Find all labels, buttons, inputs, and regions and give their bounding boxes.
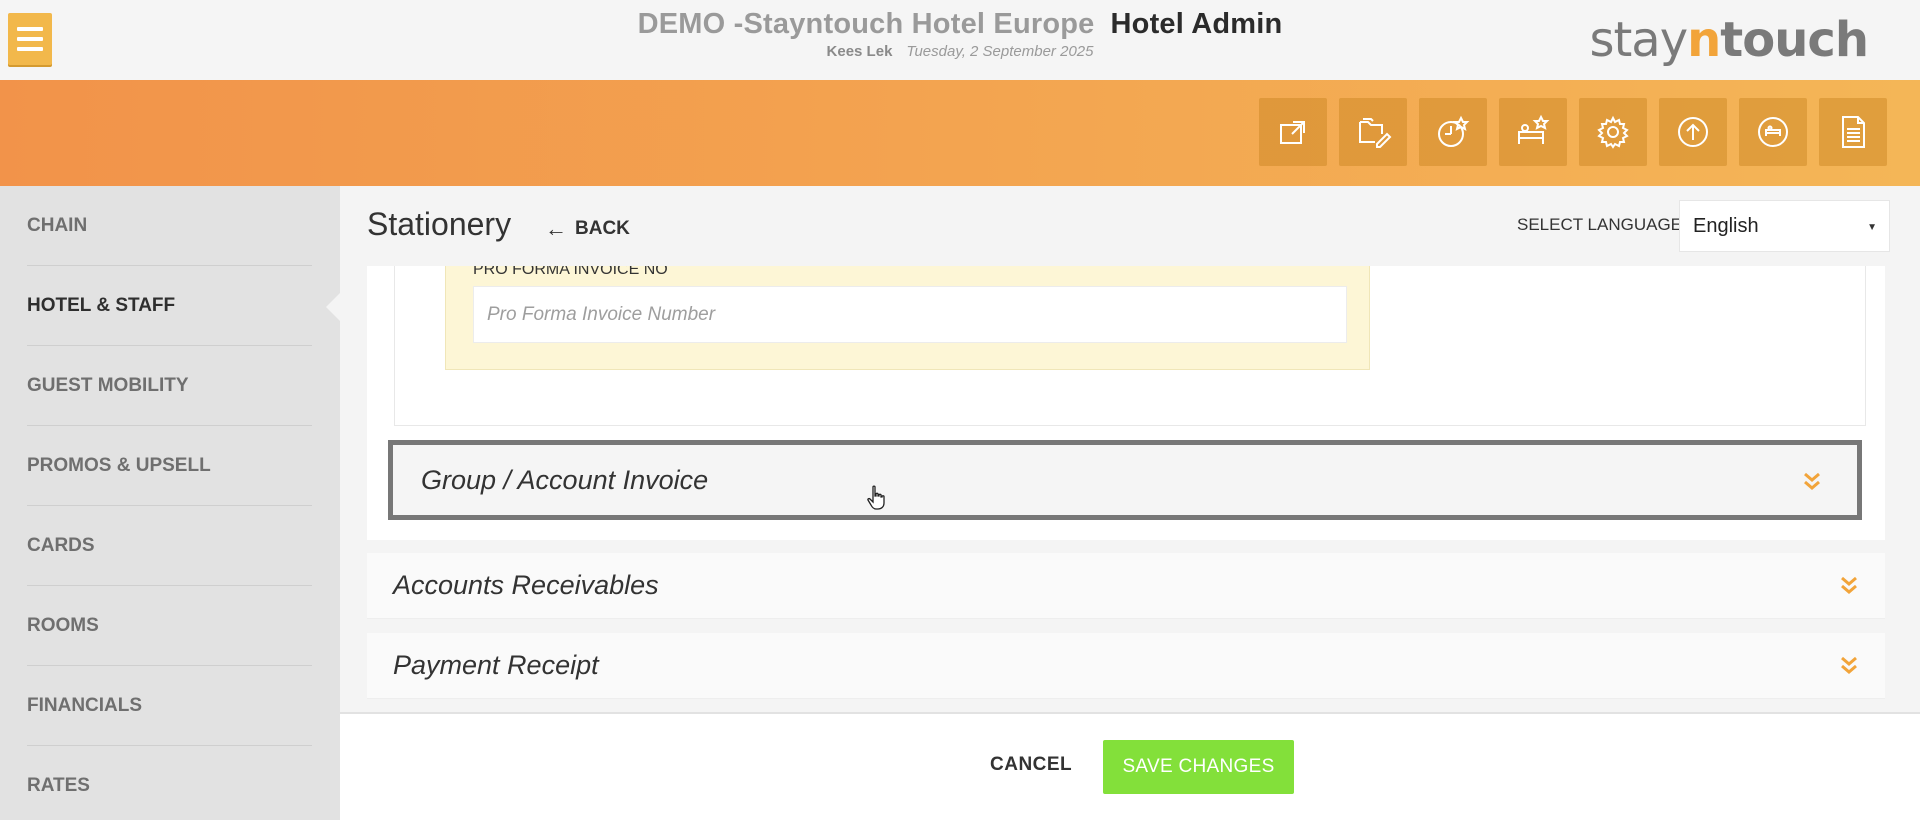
user-name: Kees Lek	[826, 43, 893, 60]
stationery-sections[interactable]: PRO FORMA INVOICE NO Pro Forma Invoice N…	[367, 266, 1887, 712]
document-icon	[1842, 116, 1865, 148]
sidebar-item-label: PROMOS & UPSELL	[27, 455, 211, 476]
sidebar-item-label: HOTEL & STAFF	[27, 295, 176, 316]
language-label: SELECT LANGUAGE	[1517, 215, 1683, 234]
action-footer: CANCEL SAVE CHANGES	[340, 712, 1920, 820]
settings-button[interactable]	[1579, 98, 1647, 166]
sidebar-item-hotel-staff[interactable]: HOTEL & STAFF	[0, 266, 312, 346]
reports-button[interactable]	[1819, 98, 1887, 166]
clock-star-icon	[1438, 115, 1470, 147]
housekeeping-button[interactable]	[1739, 98, 1807, 166]
clock-back-icon	[1758, 117, 1788, 147]
double-chevron-down-icon	[1841, 656, 1857, 674]
active-item-pointer	[326, 293, 340, 321]
save-changes-button[interactable]: SAVE CHANGES	[1103, 740, 1294, 794]
upload-circle-icon	[1678, 117, 1708, 147]
gear-icon	[1597, 115, 1629, 149]
sidebar-item-label: ROOMS	[27, 615, 99, 636]
sidebar-item-chain[interactable]: CHAIN	[0, 186, 312, 266]
page-header: Stationery ← BACK SELECT LANGUAGE Englis…	[340, 186, 1920, 266]
stayntouch-logo: stayntouch	[1589, 12, 1869, 68]
sidebar-item-cards[interactable]: CARDS	[0, 506, 312, 586]
upload-button[interactable]	[1659, 98, 1727, 166]
accordion-title: Group / Account Invoice	[421, 464, 709, 495]
sidebar-item-label: GUEST MOBILITY	[27, 375, 189, 396]
back-button[interactable]: ← BACK	[545, 216, 630, 242]
toolbar-band	[0, 80, 1920, 186]
accordion-payment-receipt[interactable]: Payment Receipt	[367, 633, 1885, 699]
accordion-title: Accounts Receivables	[393, 570, 659, 600]
sidebar-item-promos-upsell[interactable]: PROMOS & UPSELL	[0, 426, 312, 506]
accordion-group-account-invoice[interactable]: Group / Account Invoice	[388, 440, 1862, 520]
external-link-icon	[1280, 121, 1305, 144]
hotel-name: DEMO -Stayntouch Hotel Europe	[637, 8, 1095, 40]
arrow-left-icon: ←	[545, 216, 567, 241]
top-header: DEMO -Stayntouch Hotel Europe Hotel Admin…	[0, 0, 1920, 80]
folder-edit-button[interactable]	[1339, 98, 1407, 166]
sidebar-item-rooms[interactable]: ROOMS	[0, 586, 312, 666]
sidebar-nav: CHAIN HOTEL & STAFF GUEST MOBILITY PROMO…	[0, 186, 340, 820]
language-select[interactable]: English ▼	[1679, 200, 1890, 252]
sidebar-item-label: RATES	[27, 775, 90, 796]
sidebar-item-label: CARDS	[27, 535, 95, 556]
external-link-button[interactable]	[1259, 98, 1327, 166]
sidebar-item-label: CHAIN	[27, 215, 88, 236]
back-label: BACK	[575, 218, 630, 239]
logo-text-n: n	[1687, 12, 1721, 68]
language-value: English	[1693, 214, 1759, 237]
sidebar-item-rates[interactable]: RATES	[0, 746, 312, 820]
app-name: Hotel Admin	[1110, 8, 1283, 40]
caret-down-icon: ▼	[1867, 222, 1877, 233]
pro-forma-invoice-input[interactable]: Pro Forma Invoice Number	[473, 286, 1347, 343]
hand-cursor-icon	[867, 485, 885, 510]
clock-star-button[interactable]	[1419, 98, 1487, 166]
double-chevron-down-icon	[1804, 472, 1820, 490]
sidebar-item-label: FINANCIALS	[27, 695, 143, 716]
accordion-title: Payment Receipt	[393, 650, 599, 680]
invoice-section-card: PRO FORMA INVOICE NO Pro Forma Invoice N…	[367, 266, 1885, 540]
folder-edit-icon	[1359, 118, 1392, 148]
invoice-settings-box: PRO FORMA INVOICE NO Pro Forma Invoice N…	[394, 266, 1866, 426]
double-chevron-down-icon	[1841, 576, 1857, 594]
cancel-button[interactable]: CANCEL	[990, 754, 1072, 776]
page-title: Stationery	[367, 206, 512, 242]
logo-text-stay: stay	[1589, 12, 1688, 68]
sidebar-item-guest-mobility[interactable]: GUEST MOBILITY	[0, 346, 312, 426]
bed-star-icon	[1518, 114, 1550, 144]
business-date: Tuesday, 2 September 2025	[906, 43, 1094, 60]
pro-forma-label: PRO FORMA INVOICE NO	[473, 266, 668, 278]
sidebar-item-financials[interactable]: FINANCIALS	[0, 666, 312, 746]
main-content: Stationery ← BACK SELECT LANGUAGE Englis…	[340, 186, 1920, 820]
bed-star-button[interactable]	[1499, 98, 1567, 166]
accordion-accounts-receivables[interactable]: Accounts Receivables	[367, 553, 1885, 619]
logo-text-touch: touch	[1720, 12, 1869, 68]
pro-forma-field-box: PRO FORMA INVOICE NO Pro Forma Invoice N…	[445, 266, 1370, 370]
